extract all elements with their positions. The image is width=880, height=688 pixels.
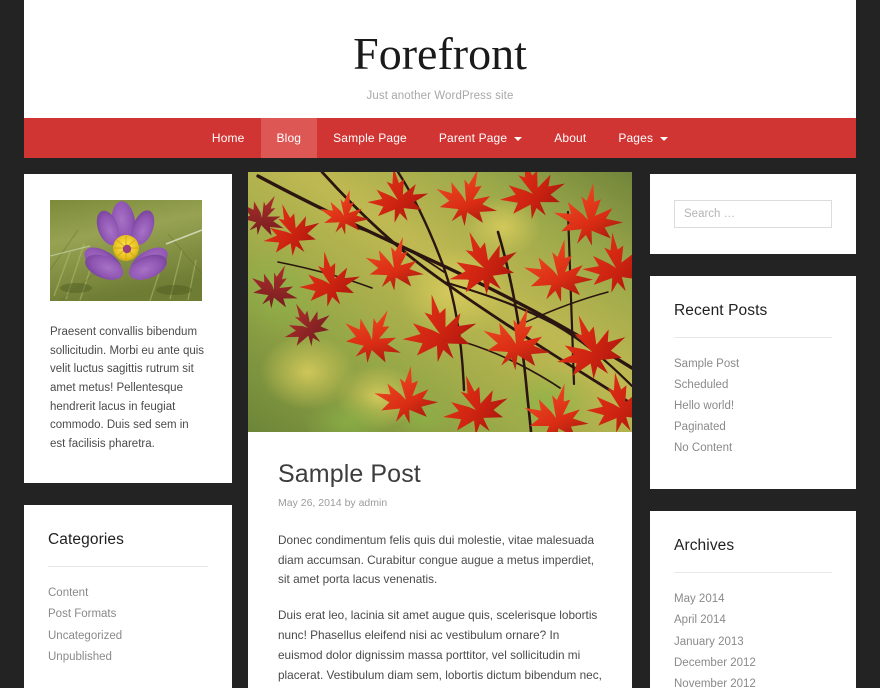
chevron-down-icon[interactable] — [660, 137, 669, 141]
nav-item-label: Pages — [618, 131, 654, 145]
site-title[interactable]: Forefront — [353, 30, 527, 79]
recent-post-list-item[interactable]: No Content — [674, 438, 832, 459]
post-author[interactable]: admin — [359, 497, 388, 509]
red-japanese-maple-leaves-photo[interactable] — [248, 172, 632, 432]
nav-item-sample-page[interactable]: Sample Page — [317, 118, 423, 158]
recent-posts-widget: Recent Posts Sample Post Scheduled Hello w… — [650, 276, 856, 490]
nav-item-label: Sample Page — [333, 131, 407, 145]
page-root: Forefront Just another WordPress site Ho… — [0, 0, 880, 688]
site-header: Forefront Just another WordPress site — [24, 0, 856, 118]
recent-posts-widget-title: Recent Posts — [674, 302, 832, 338]
recent-post-list-item[interactable]: Hello world! — [674, 396, 832, 417]
post-meta: May 26, 2014 by admin — [278, 497, 602, 509]
post-title[interactable]: Sample Post — [278, 460, 602, 489]
nav-item-label: Home — [211, 131, 245, 145]
search-widget — [650, 174, 856, 254]
recent-post-list-item[interactable]: Scheduled — [674, 375, 832, 396]
nav-item-parent-page[interactable]: Parent Page — [423, 118, 538, 158]
nav-item-pages[interactable]: Pages — [602, 118, 684, 158]
archives-list: May 2014 April 2014 January 2013 December 2… — [674, 589, 832, 688]
main-content: Sample Post May 26, 2014 by admin Donec … — [248, 172, 632, 688]
category-list-item[interactable]: Content — [48, 583, 208, 604]
purple-pasque-flower-photo — [49, 200, 203, 302]
categories-widget-title: Categories — [48, 531, 208, 568]
nav-item-label: Parent Page — [438, 131, 508, 145]
right-sidebar: Recent Posts Sample PostScheduledHello w… — [650, 174, 856, 688]
categories-widget: Categories Content Post Formats Uncategori… — [24, 505, 232, 688]
intro-paragraph: Praesent convallis bibendum sollicitudin… — [50, 326, 205, 450]
nav-item-blog[interactable]: Blog — [260, 118, 318, 158]
primary-navigation: Home Blog Sample Page Parent Page About Pages — [24, 118, 856, 158]
archive-list-item[interactable]: December 2012 — [674, 653, 832, 674]
search-input[interactable] — [674, 200, 832, 228]
post-body: Donec condimentum felis quis dui molesti… — [278, 531, 602, 688]
archive-list-item[interactable]: April 2014 — [674, 610, 832, 631]
categories-list: Content Post Formats Uncategorized Unpublis… — [48, 583, 208, 667]
archive-list-item[interactable]: November 2012 — [674, 674, 832, 688]
category-list-item[interactable]: Unpublished — [48, 647, 208, 668]
archive-list-item[interactable]: May 2014 — [674, 589, 832, 610]
nav-item-about[interactable]: About — [538, 118, 602, 158]
post-date: May 26, 2014 — [278, 496, 342, 509]
archives-widget-title: Archives — [674, 537, 832, 574]
chevron-down-icon[interactable] — [514, 137, 523, 141]
nav-item-label: About — [554, 131, 587, 145]
archives-widget: Archives May 2014 April 2014 January 2013 D… — [650, 511, 856, 688]
left-sidebar: Praesent convallis bibendum sollicitudin… — [24, 174, 232, 688]
post-paragraph: Duis erat leo, lacinia sit amet augue qu… — [278, 608, 602, 688]
archive-list-item[interactable]: January 2013 — [674, 632, 832, 653]
category-list-item[interactable]: Post Formats — [48, 604, 208, 625]
site-tagline: Just another WordPress site — [366, 89, 514, 102]
recent-post-list-item[interactable]: Paginated — [674, 417, 832, 438]
post-article: Sample Post May 26, 2014 by admin Donec … — [248, 432, 632, 688]
post-paragraph: Donec condimentum felis quis dui molesti… — [278, 532, 595, 587]
nav-item-home[interactable]: Home — [196, 118, 261, 158]
recent-posts-list: Sample Post Scheduled Hello world! Paginate… — [674, 354, 832, 459]
post-by-label: by — [344, 496, 356, 509]
nav-item-label: Blog — [276, 131, 302, 145]
category-list-item[interactable]: Uncategorized — [48, 626, 208, 647]
image-text-widget: Praesent convallis bibendum sollicitudin… — [24, 174, 232, 484]
recent-post-list-item[interactable]: Sample Post — [674, 354, 832, 375]
nav-list: Home Blog Sample Page Parent Page About Pages — [196, 118, 684, 158]
